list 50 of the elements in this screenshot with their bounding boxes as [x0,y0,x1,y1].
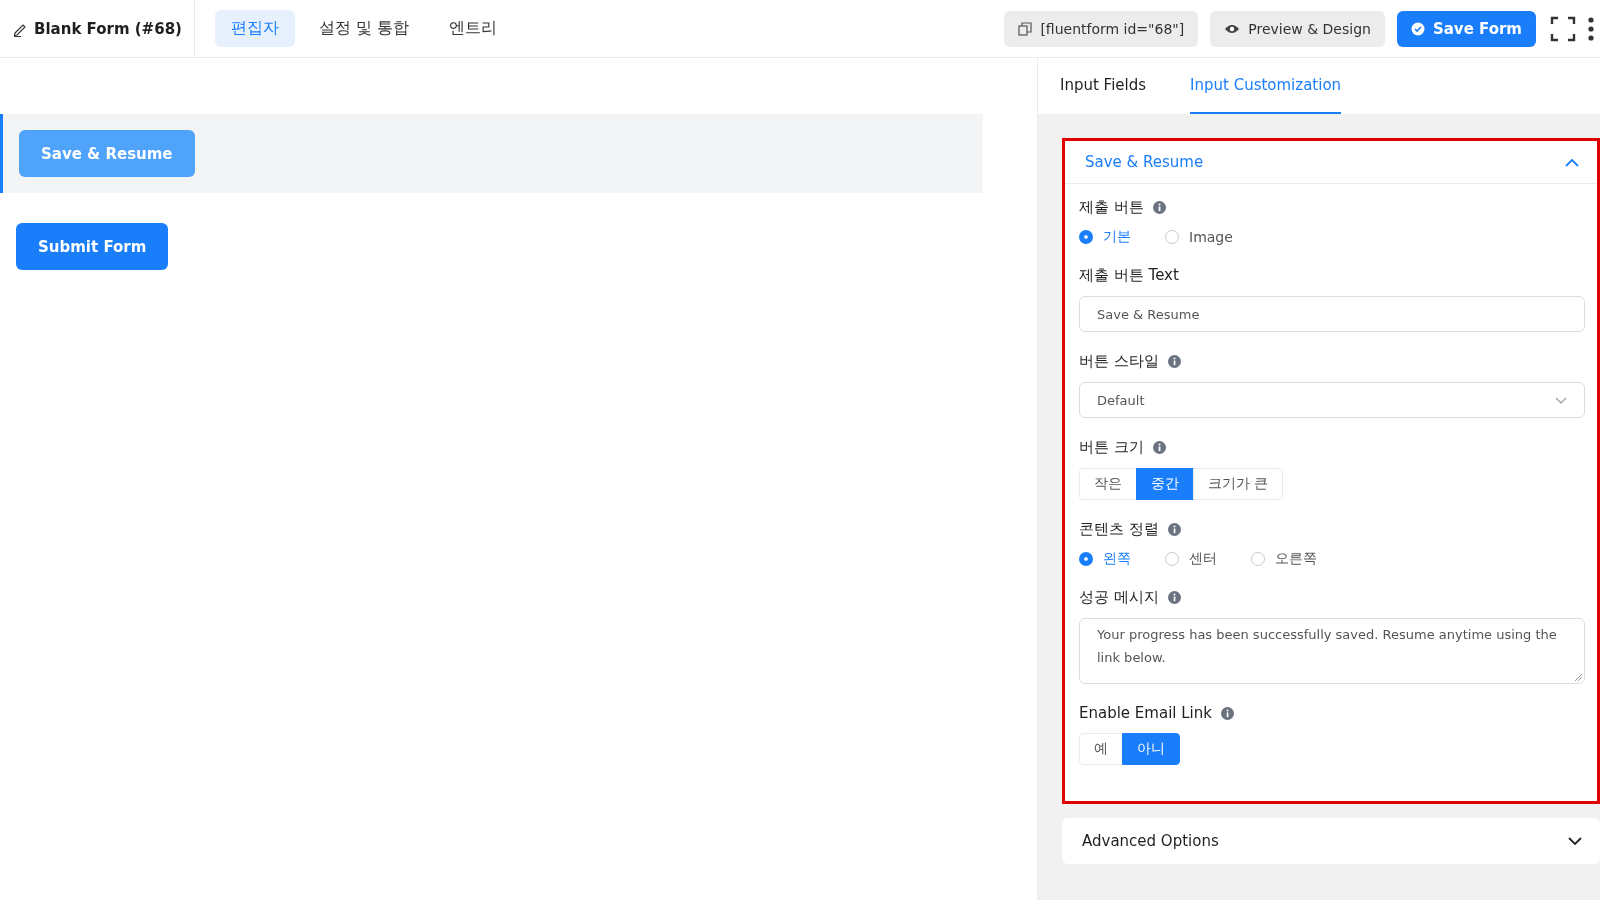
form-button[interactable]: Submit Form [16,223,169,270]
segment-button[interactable]: 크기가 큰 [1193,468,1284,500]
save-form-button[interactable]: Save Form [1396,10,1536,47]
fullscreen-icon[interactable] [1550,15,1576,42]
form-title: Blank Form (#68) [34,19,182,38]
segment-button[interactable]: 예 [1079,733,1123,765]
radio-label: Image [1189,229,1233,245]
radio-label: 센터 [1189,550,1217,568]
preview-button[interactable]: Preview & Design [1210,10,1385,47]
more-menu-icon[interactable] [1588,16,1594,41]
sidebar-tab[interactable]: Input Customization [1190,58,1342,114]
nav-tab[interactable]: 설정 및 통합 [302,10,426,47]
eye-icon [1224,22,1241,35]
setting-label: Enable Email Link [1079,704,1212,722]
info-icon [1167,523,1181,536]
section-title: Advanced Options [1082,832,1219,850]
sidebar-tab[interactable]: Input Fields [1060,58,1147,114]
setting-label: 버튼 스타일 [1079,352,1159,371]
chevron-down-icon [1555,396,1567,404]
radio-label: 기본 [1103,228,1131,246]
info-icon [1152,441,1166,454]
section-title: Save & Resume [1085,153,1204,171]
resize-grip-icon [1574,673,1582,681]
text-input-field[interactable]: Save & Resume [1079,296,1585,332]
setting-label: 제출 버튼 Text [1079,266,1179,285]
check-circle-icon [1410,21,1425,36]
chevron-icon [1568,836,1582,846]
setting-label: 버튼 크기 [1079,438,1144,457]
radio-label: 왼쪽 [1103,550,1131,568]
shortcode-button[interactable]: [fluentform id="68"] [1004,10,1199,47]
segment-button[interactable]: 중간 [1136,468,1194,500]
info-icon [1167,355,1181,368]
chevron-icon [1565,157,1579,167]
radio-button[interactable] [1079,230,1093,244]
info-icon [1220,706,1234,720]
info-icon [1152,201,1166,214]
setting-label: 제출 버튼 [1079,198,1144,217]
segment-button[interactable]: 아니 [1122,733,1180,765]
section-header[interactable]: Save & Resume [1065,141,1597,184]
setting-label: 콘텐츠 정렬 [1079,520,1159,539]
message-textarea[interactable]: Your progress has been successfully saved. Resume anytime using the link below. [1079,618,1585,684]
segment-button[interactable]: 작은 [1079,468,1137,500]
section-header[interactable]: Advanced Options [1062,818,1600,864]
copy-icon [1018,21,1033,36]
radio-button[interactable] [1079,552,1093,566]
nav-tab[interactable]: 엔트리 [433,10,514,47]
info-icon [1167,591,1181,604]
radio-label: 오른쪽 [1275,550,1317,568]
setting-label: 성공 메시지 [1079,588,1159,607]
style-select[interactable]: Default [1079,382,1585,418]
